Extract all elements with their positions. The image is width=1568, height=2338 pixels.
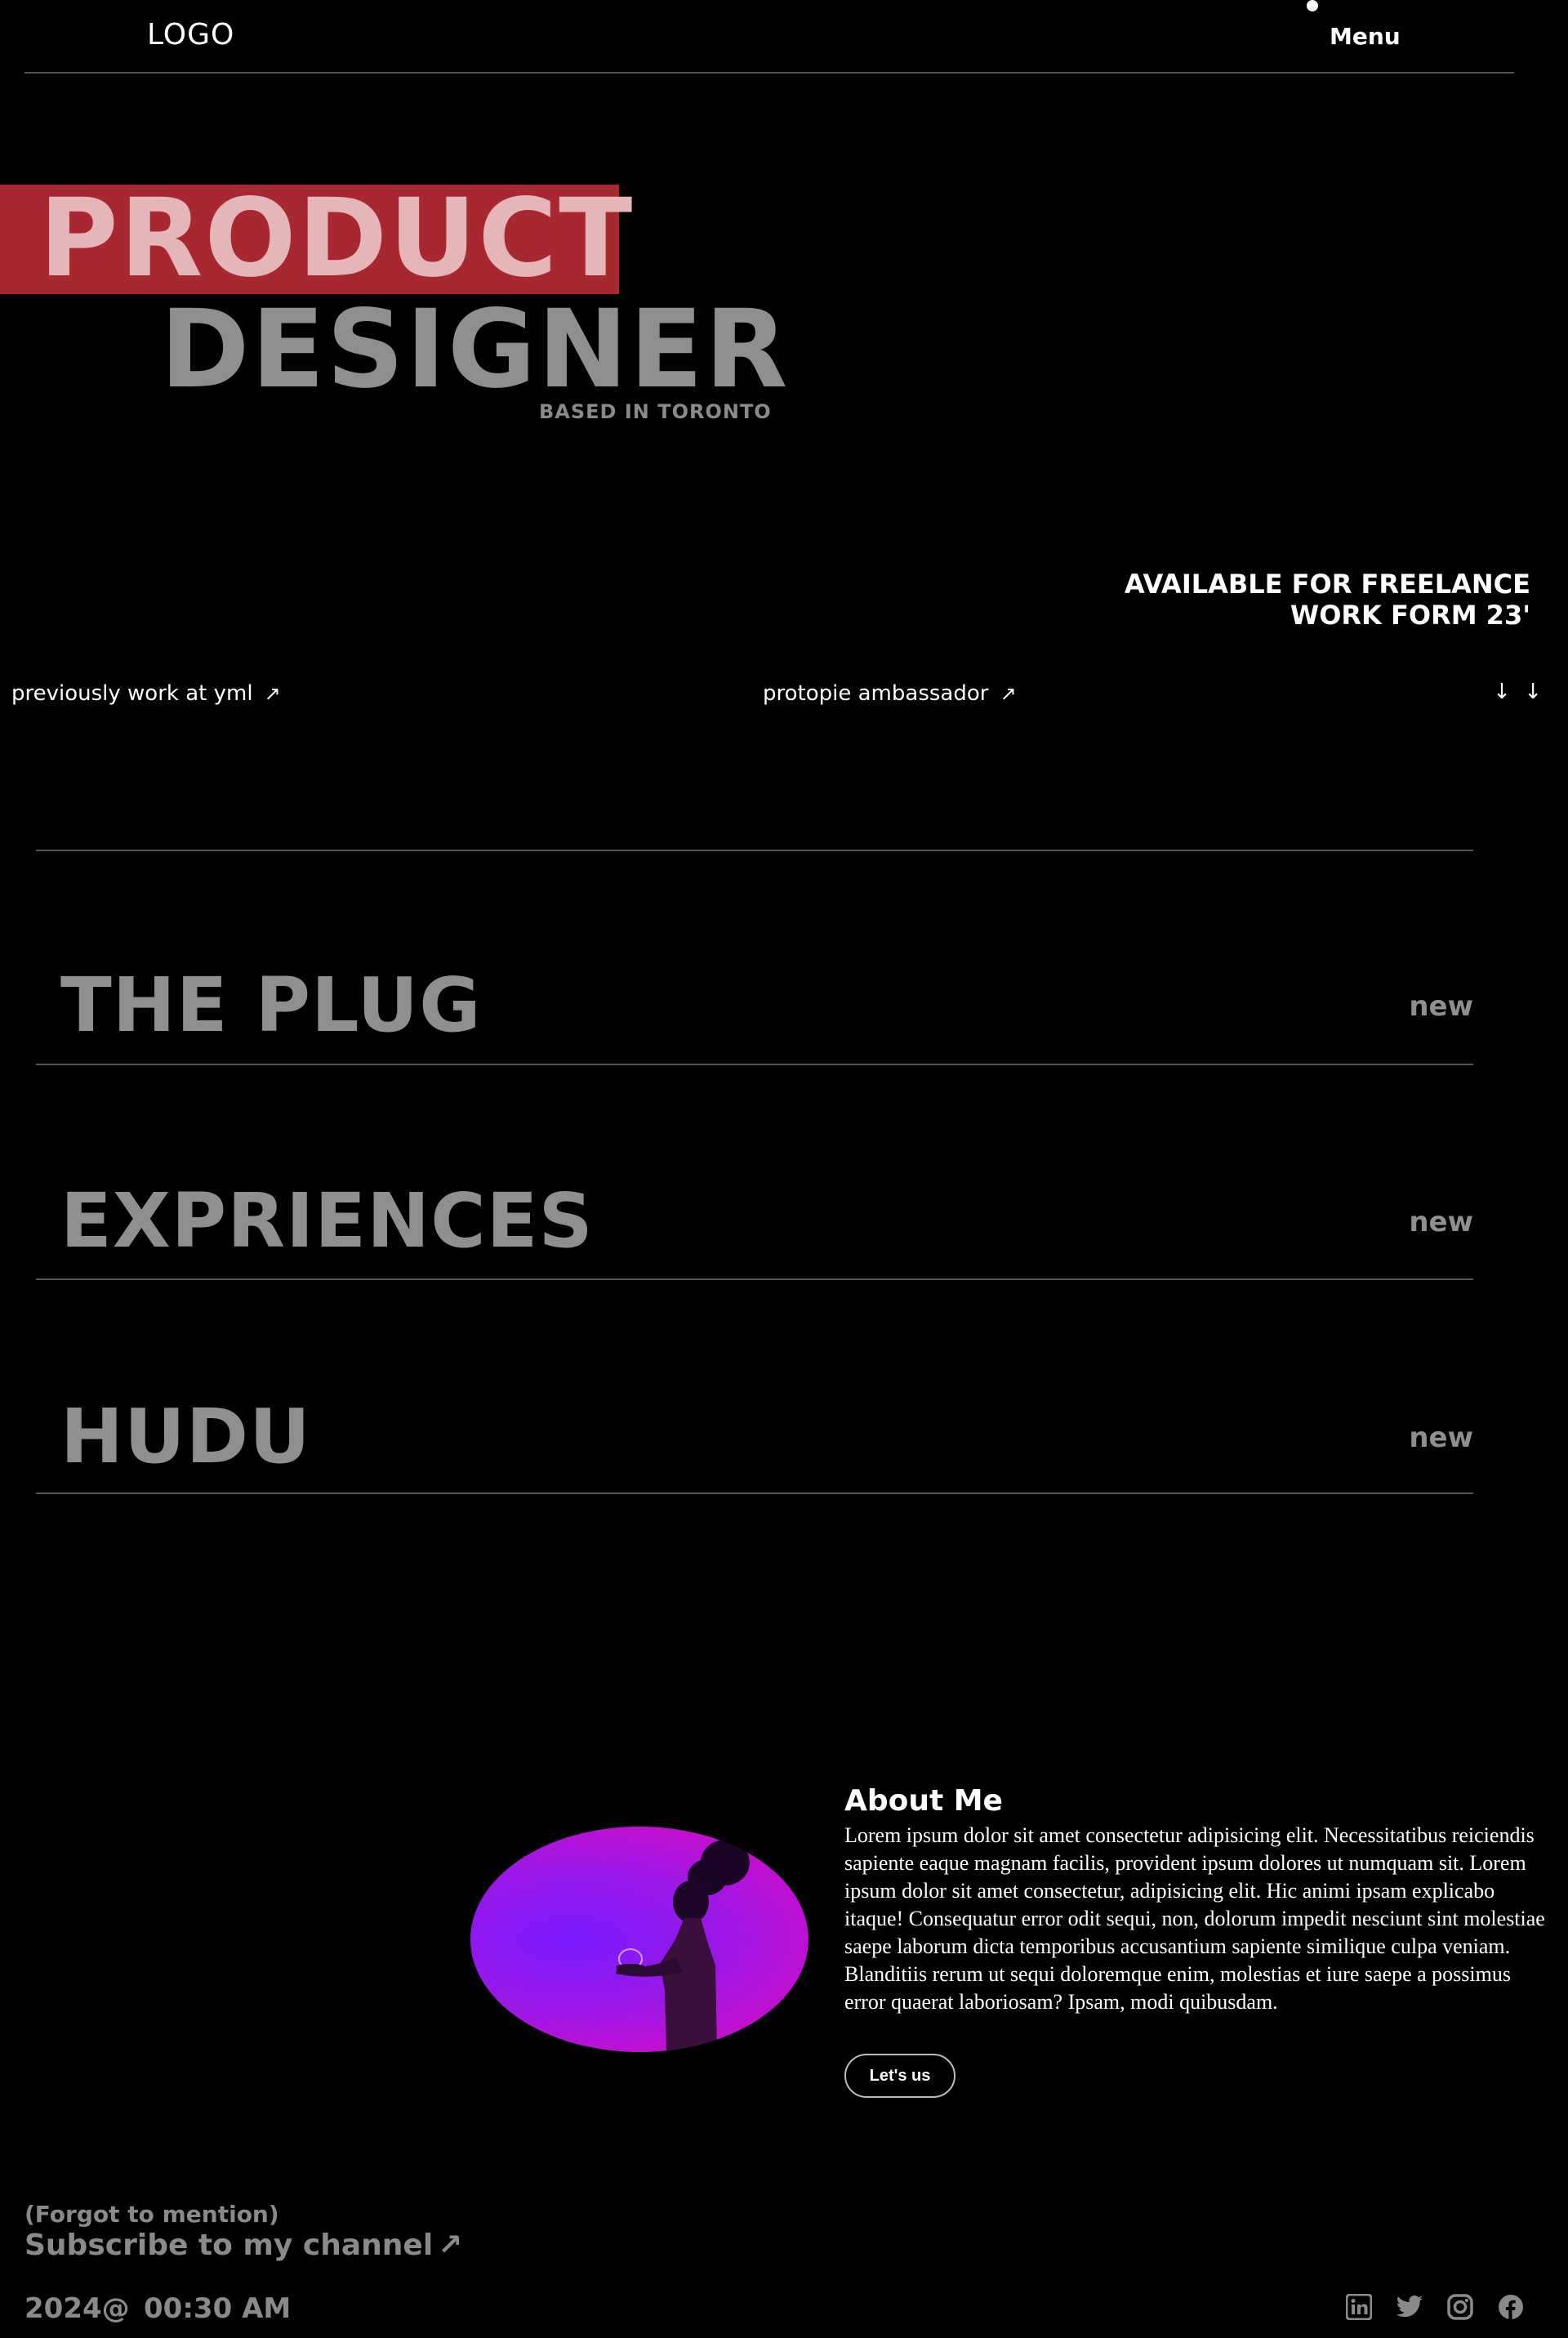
arrow-up-right-icon: ↗ [1000, 682, 1017, 705]
social-links [1344, 2292, 1526, 2322]
hero-location: BASED IN TORONTO [539, 400, 772, 423]
subscribe-link[interactable]: Subscribe to my channel ↗ [24, 2229, 462, 2262]
project-divider [36, 1492, 1473, 1494]
arrow-up-right-icon: ↗ [264, 682, 281, 705]
projects-top-divider [36, 850, 1473, 851]
about-body-text: Lorem ipsum dolor sit amet consectetur a… [844, 1823, 1545, 2014]
project-divider [36, 1064, 1473, 1065]
header-divider [24, 72, 1514, 74]
project-title-expriences[interactable]: EXPRIENCES [60, 1176, 594, 1266]
logo[interactable]: LOGO [147, 18, 234, 51]
link-protopie-ambassador[interactable]: protopie ambassador ↗ [763, 681, 1017, 706]
footer-time: 00:30 AM [144, 2292, 292, 2325]
availability-line-1: AVAILABLE FOR FREELANCE [1124, 569, 1530, 600]
about-title: About Me [844, 1784, 1003, 1818]
project-title-hudu[interactable]: HUDU [60, 1392, 311, 1482]
about-portrait-image [470, 1827, 808, 2052]
link-previous-work[interactable]: previously work at yml ↗ [11, 681, 281, 706]
availability-note: AVAILABLE FOR FREELANCE WORK FORM 23' [959, 569, 1530, 631]
scroll-down-icon[interactable]: ↓ ↓ [1493, 680, 1545, 704]
instagram-icon[interactable] [1446, 2292, 1475, 2322]
project-title-the-plug[interactable]: THE PLUG [60, 961, 482, 1051]
arrow-up-right-icon: ↗ [438, 2229, 463, 2262]
footer-forgot-note: (Forgot to mention) [24, 2201, 279, 2228]
portrait-silhouette-icon [616, 1840, 750, 2052]
subscribe-label: Subscribe to my channel [24, 2229, 434, 2262]
hero-title-designer: DESIGNER [160, 287, 790, 413]
hero-title-product: PRODUCT [39, 176, 635, 301]
lets-us-button[interactable]: Let's us [844, 2054, 956, 2098]
twitter-icon[interactable] [1395, 2292, 1424, 2322]
link-protopie-label: protopie ambassador [763, 681, 989, 706]
project-badge-new: new [1409, 990, 1473, 1023]
project-divider [36, 1278, 1473, 1280]
footer-year: 2024@ [24, 2292, 130, 2325]
linkedin-icon[interactable] [1344, 2292, 1374, 2322]
link-previous-work-label: previously work at yml [11, 681, 253, 706]
availability-line-2: WORK FORM 23' [1290, 600, 1530, 631]
project-badge-new: new [1409, 1421, 1473, 1454]
facebook-icon[interactable] [1496, 2292, 1526, 2322]
menu-button[interactable]: Menu [1330, 23, 1401, 50]
project-badge-new: new [1409, 1206, 1473, 1238]
menu-indicator-dot [1307, 0, 1318, 11]
